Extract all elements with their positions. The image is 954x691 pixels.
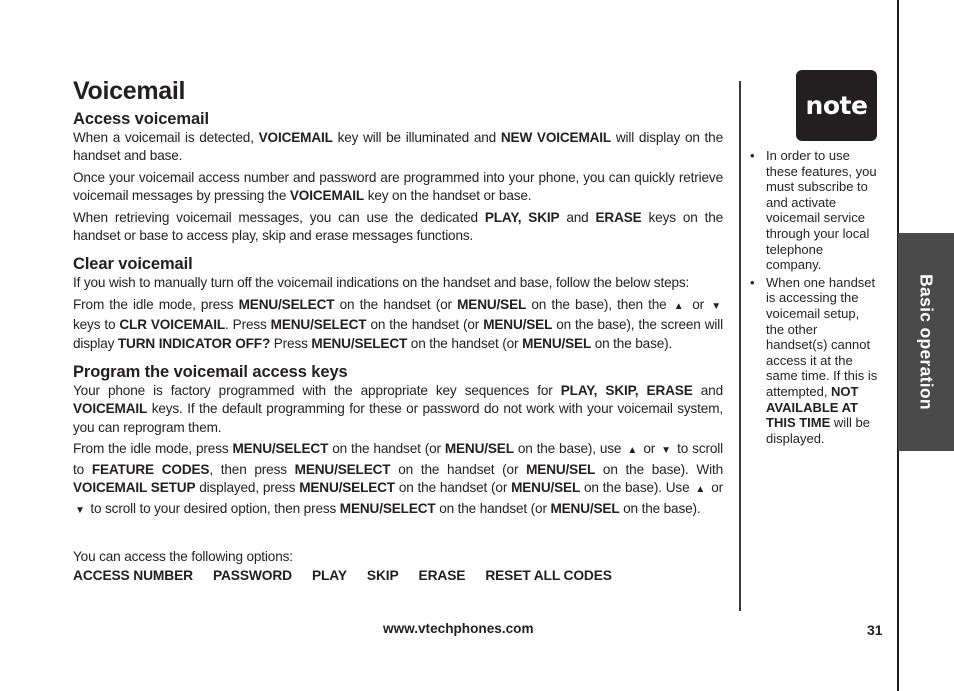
paragraph: Your phone is factory programmed with th… <box>73 383 723 435</box>
option-password: PASSWORD <box>212 568 292 584</box>
bold-key-term: MENU/SELECT <box>311 335 408 351</box>
up-arrow-icon: ▲ <box>695 484 706 496</box>
option-skip: SKIP <box>366 568 399 584</box>
paragraph: From the idle mode, press MENU/SELECT on… <box>73 296 723 351</box>
paragraph: If you wish to manually turn off the voi… <box>73 275 690 291</box>
bold-key-term: PLAY, SKIP, ERASE <box>560 383 693 399</box>
bold-key-term: VOICEMAIL <box>73 401 148 417</box>
section-tab-label: Basic operation <box>916 274 937 410</box>
paragraph: Once your voicemail access number and pa… <box>73 169 723 204</box>
paragraph: When a voicemail is detected, VOICEMAIL … <box>73 130 724 164</box>
bold-key-term: MENU/SEL <box>483 317 553 333</box>
note-item: When one handset is accessing the voicem… <box>750 275 880 447</box>
option-reset-all-codes: RESET ALL CODES <box>485 568 612 584</box>
options-intro: You can access the following options: <box>73 548 293 564</box>
option-access-number: ACCESS NUMBER <box>73 568 193 584</box>
options-list: ACCESS NUMBER PASSWORD PLAY SKIP ERASE R… <box>73 567 723 585</box>
bold-key-term: MENU/SEL <box>526 461 596 477</box>
main-content: Voicemail Access voicemail When a voicem… <box>73 76 723 586</box>
bold-key-term: NOT AVAILABLE AT THIS TIME <box>766 383 859 431</box>
bold-key-term: MENU/SELECT <box>232 441 329 457</box>
footer-url: www.vtechphones.com <box>383 621 534 636</box>
page-number: 31 <box>867 622 883 638</box>
bold-key-term: MENU/SELECT <box>339 500 436 516</box>
note-item: In order to use these features, you must… <box>750 148 880 273</box>
note-list: In order to use these features, you must… <box>750 148 880 448</box>
bold-key-term: MENU/SELECT <box>299 480 395 496</box>
section-access-voicemail: Access voicemail When a voicemail is det… <box>73 110 723 245</box>
paragraph: From the idle mode, press MENU/SELECT on… <box>73 441 724 516</box>
option-erase: ERASE <box>418 568 466 584</box>
option-play: PLAY <box>311 568 347 584</box>
bold-key-term: MENU/SELECT <box>294 461 391 477</box>
column-divider <box>739 81 741 611</box>
bold-key-term: MENU/SELECT <box>238 296 335 312</box>
page-title: Voicemail <box>73 77 186 105</box>
bold-key-term: FEATURE CODES <box>91 461 210 477</box>
section-heading: Access voicemail <box>73 110 209 128</box>
bold-key-term: PLAY, SKIP <box>484 209 560 225</box>
bold-key-term: CLR VOICEMAIL <box>119 317 226 333</box>
down-arrow-icon: ▼ <box>661 445 672 457</box>
bold-key-term: MENU/SEL <box>444 441 514 457</box>
bold-key-term: VOICEMAIL SETUP <box>73 480 196 496</box>
bold-key-term: NEW VOICEMAIL <box>500 130 612 145</box>
bold-key-term: VOICEMAIL <box>258 130 333 145</box>
section-heading: Clear voicemail <box>73 255 193 274</box>
section-clear-voicemail: Clear voicemail If you wish to manually … <box>73 255 723 353</box>
note-icon: note <box>796 70 877 141</box>
section-tab-basic-operation: Basic operation <box>898 233 954 451</box>
bold-key-term: MENU/SEL <box>550 500 620 516</box>
bold-key-term: MENU/SEL <box>457 296 527 312</box>
bold-key-term: TURN INDICATOR OFF? <box>117 335 271 351</box>
section-program-access-keys: Program the voicemail access keys Your p… <box>73 363 723 520</box>
up-arrow-icon: ▲ <box>673 300 686 312</box>
up-arrow-icon: ▲ <box>627 445 638 457</box>
down-arrow-icon: ▼ <box>711 300 721 312</box>
section-heading: Program the voicemail access keys <box>73 363 348 382</box>
down-arrow-icon: ▼ <box>75 504 85 516</box>
bold-key-term: MENU/SEL <box>511 480 581 496</box>
bold-key-term: ERASE <box>595 209 642 225</box>
bold-key-term: MENU/SEL <box>522 335 592 351</box>
paragraph: When retrieving voicemail messages, you … <box>73 209 724 244</box>
bold-key-term: VOICEMAIL <box>289 188 365 204</box>
bold-key-term: MENU/SELECT <box>270 317 367 333</box>
